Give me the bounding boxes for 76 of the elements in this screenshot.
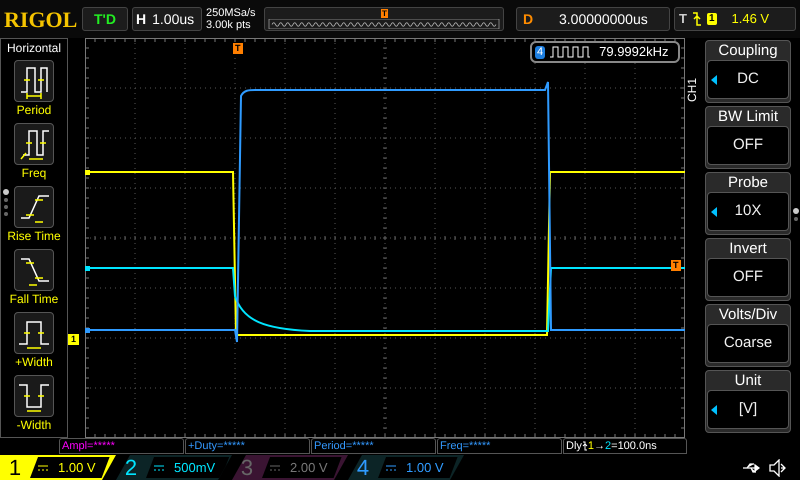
channel-level-marker bbox=[85, 266, 90, 271]
sample-rate: 250MSa/s bbox=[206, 7, 257, 19]
usb-icon bbox=[742, 462, 762, 472]
delay-source-b: 2 bbox=[605, 439, 612, 453]
delay-measure-value: =100.0ns bbox=[611, 439, 657, 453]
trigger-level: 1.46 V bbox=[730, 10, 770, 28]
channel-scale: 2.00 V bbox=[290, 458, 328, 477]
channel-tab[interactable]: 4 1.00 V bbox=[348, 455, 464, 480]
menu-button[interactable]: Coupling DC bbox=[705, 40, 791, 103]
channel-scale: 500mV bbox=[174, 458, 216, 477]
delay-measure-label: Dly bbox=[566, 439, 582, 453]
menu-button-title: BW Limit bbox=[718, 107, 778, 126]
measure-button[interactable]: Fall Time bbox=[1, 249, 67, 307]
measure-button[interactable]: -Width bbox=[1, 375, 67, 433]
channel-offset-marker: 1 bbox=[68, 334, 80, 345]
channel-level-marker bbox=[85, 170, 90, 175]
channel-number: 2 bbox=[124, 455, 138, 480]
menu-button-title: Unit bbox=[734, 371, 762, 390]
trigger-marker: T bbox=[381, 9, 388, 18]
menu-button-title: Probe bbox=[728, 173, 768, 192]
measure-button[interactable]: Period bbox=[1, 60, 67, 118]
measure-button[interactable]: +Width bbox=[1, 312, 67, 370]
delay-label: D bbox=[523, 10, 534, 28]
measurement-readout: Period=***** bbox=[311, 438, 436, 454]
channel-tab[interactable]: 3 2.00 V bbox=[232, 455, 348, 480]
menu-button-value: DC bbox=[737, 69, 759, 90]
menu-button-value: OFF bbox=[733, 135, 763, 156]
measurement-readout: Freq=***** bbox=[437, 438, 562, 454]
measure-button[interactable]: Freq bbox=[1, 123, 67, 181]
menu-title: Horizontal bbox=[6, 40, 62, 55]
menu-button-value: OFF bbox=[733, 267, 763, 288]
menu-button-title: Invert bbox=[729, 239, 767, 258]
channel-label: CH1 bbox=[684, 78, 700, 102]
counter-source: 4 bbox=[535, 46, 546, 58]
trigger-level-marker: T bbox=[671, 260, 680, 271]
brand-logo: RIGOL bbox=[4, 6, 78, 34]
arrow-glyph: → bbox=[594, 439, 606, 453]
channel-tab[interactable]: 2 500mV bbox=[116, 455, 232, 480]
run-status: T'D bbox=[82, 7, 128, 31]
measurement-readout: +Duty=***** bbox=[185, 438, 310, 454]
channel-scale: 1.00 V bbox=[58, 458, 96, 477]
timebase-label: H bbox=[136, 10, 146, 28]
channel-number: 4 bbox=[356, 455, 370, 480]
channel-number: 3 bbox=[240, 455, 254, 480]
trigger-source: 1 bbox=[706, 13, 717, 25]
timebase-value: 1.00us bbox=[152, 10, 194, 28]
channel-level-marker bbox=[85, 328, 90, 333]
trigger-position-marker: T bbox=[233, 43, 242, 54]
menu-button-value: [V] bbox=[738, 399, 758, 420]
measure-button[interactable]: Rise Time bbox=[1, 186, 67, 244]
menu-button[interactable]: Probe 10X bbox=[705, 172, 791, 235]
dc-coupling-icon bbox=[270, 464, 280, 470]
falling-edge-icon bbox=[692, 12, 702, 26]
menu-button-value: Coarse bbox=[724, 333, 772, 354]
counter-value: 79.9992kHz bbox=[598, 43, 669, 62]
delay-value: 3.00000000us bbox=[558, 10, 648, 28]
menu-button-value: 10X bbox=[734, 201, 762, 222]
menu-button-title: Coupling bbox=[718, 41, 778, 60]
overview-wave-icon bbox=[268, 19, 500, 29]
menu-button-title: Volts/Div bbox=[718, 305, 778, 324]
menu-button[interactable]: Unit [V] bbox=[705, 370, 791, 433]
menu-button[interactable]: BW Limit OFF bbox=[705, 106, 791, 169]
dc-coupling-icon bbox=[154, 464, 164, 470]
channel-number: 1 bbox=[8, 455, 22, 480]
dc-coupling-icon bbox=[386, 464, 396, 470]
menu-button[interactable]: Volts/Div Coarse bbox=[705, 304, 791, 367]
dc-coupling-icon bbox=[38, 464, 48, 470]
memory-depth: 3.00k pts bbox=[206, 19, 252, 31]
trigger-label: T bbox=[679, 10, 687, 28]
channel-tab[interactable]: 1 1.00 V bbox=[0, 455, 116, 480]
edge-icon bbox=[582, 441, 588, 451]
pulse-icon bbox=[549, 46, 592, 58]
measurement-readout: Ampl=***** bbox=[59, 438, 184, 454]
menu-button[interactable]: Invert OFF bbox=[705, 238, 791, 301]
delay-source-a: 1 bbox=[588, 439, 594, 453]
channel-scale: 1.00 V bbox=[406, 458, 444, 477]
